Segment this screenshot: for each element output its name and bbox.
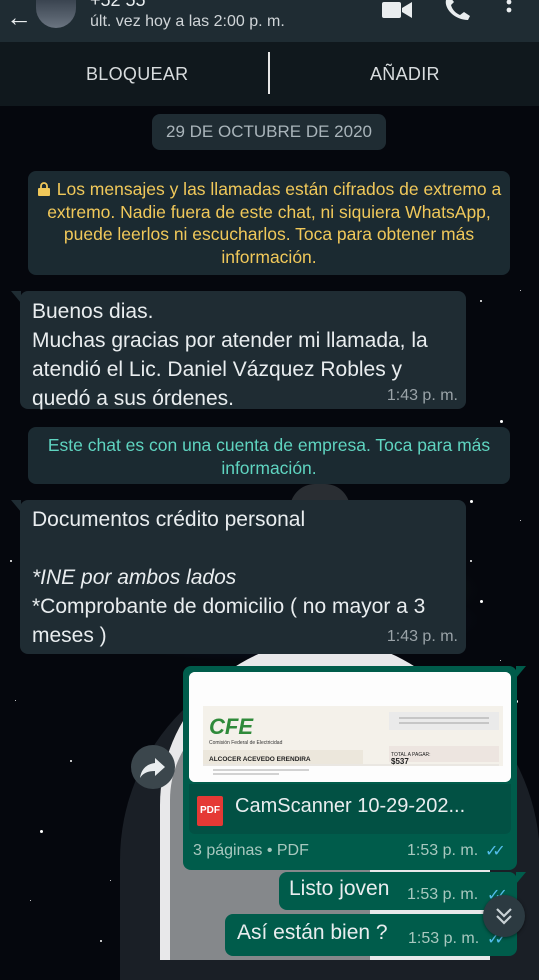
wallpaper-star	[100, 940, 102, 942]
last-seen-status: últ. vez hoy a las 2:00 p. m.	[90, 13, 285, 30]
message-time: 1:43 p. m.	[386, 628, 458, 645]
document-thumbnail: CFE Comisión Federal de Electricidad ALC…	[189, 672, 511, 782]
company-name: Comisión Federal de Electricidad	[209, 740, 283, 746]
outgoing-document-message[interactable]: CFE Comisión Federal de Electricidad ALC…	[183, 666, 526, 870]
wallpaper-star	[520, 290, 521, 291]
wallpaper-star	[480, 300, 482, 302]
bubble-tail	[516, 872, 526, 884]
total-value: $537	[391, 757, 409, 766]
incoming-message[interactable]: Buenos dias. Muchas gracias por atender …	[11, 291, 466, 410]
message-time: 1:43 p. m.	[386, 387, 458, 404]
outgoing-message[interactable]: Listo joven 1:53 p. m. ✓✓	[279, 872, 526, 910]
forward-icon	[140, 758, 165, 778]
double-check-icon: ✓✓	[485, 843, 506, 860]
message-time: 1:53 p. m.	[407, 842, 479, 859]
wallpaper-star	[500, 420, 503, 423]
document-file-row[interactable]: PDF CamScanner 10-29-202...	[189, 784, 511, 834]
wallpaper-star	[520, 520, 521, 521]
wallpaper-star	[110, 880, 111, 881]
wallpaper-star	[15, 700, 16, 701]
encryption-notice[interactable]: Los mensajes y las llamadas están cifrad…	[28, 171, 510, 275]
business-notice-text: Este chat es con una cuenta de empresa. …	[47, 435, 491, 478]
add-contact-button[interactable]: AÑADIR	[370, 64, 440, 85]
forward-button[interactable]	[131, 745, 175, 789]
business-account-notice[interactable]: Este chat es con una cuenta de empresa. …	[28, 427, 510, 484]
contact-name[interactable]: +52 55	[90, 0, 146, 11]
date-chip: 29 DE OCTUBRE DE 2020	[152, 114, 386, 150]
lock-icon	[37, 182, 50, 196]
wallpaper-star	[70, 760, 72, 762]
outgoing-message[interactable]: Así están bien ? 1:53 p. m. ✓✓	[225, 914, 517, 956]
wallpaper-star	[30, 900, 31, 901]
message-line: *INE por ambos lados	[32, 566, 237, 589]
cfe-logo-text: CFE	[209, 714, 254, 739]
bubble-tail	[11, 291, 21, 303]
wallpaper-star	[500, 660, 501, 661]
avatar[interactable]	[36, 0, 76, 28]
pdf-icon: PDF	[197, 796, 223, 826]
message-title: Documentos crédito personal	[32, 508, 306, 531]
message-time: 1:53 p. m.	[407, 886, 479, 903]
video-call-icon[interactable]	[382, 2, 412, 18]
phone-icon[interactable]	[444, 0, 470, 20]
back-arrow-icon[interactable]: ←	[6, 2, 32, 33]
unknown-contact-actions: BLOQUEAR AÑADIR	[0, 42, 539, 106]
wallpaper-star	[40, 830, 43, 833]
wallpaper-star	[470, 500, 473, 503]
bubble-tail	[516, 666, 526, 678]
message-text: Así están bien ?	[237, 921, 388, 944]
action-divider	[268, 52, 270, 94]
message-time: 1:53 p. m.	[408, 930, 480, 947]
wallpaper-star	[10, 560, 12, 562]
file-name: CamScanner 10-29-202...	[235, 795, 466, 817]
wallpaper-star	[480, 600, 483, 603]
document-preview[interactable]: CFE Comisión Federal de Electricidad ALC…	[189, 672, 511, 782]
double-chevron-down-icon	[496, 908, 512, 925]
bubble-tail	[11, 500, 21, 512]
encryption-notice-text: Los mensajes y las llamadas están cifrad…	[47, 179, 502, 267]
customer-name: ALCOCER ACEVEDO ERENDIRA	[209, 756, 311, 763]
document-meta: 3 páginas • PDF	[193, 842, 309, 859]
scroll-to-bottom-button[interactable]	[483, 895, 525, 937]
block-button[interactable]: BLOQUEAR	[86, 64, 188, 85]
chat-header: ← +52 55 últ. vez hoy a las 2:00 p. m.	[0, 0, 539, 42]
menu-icon[interactable]	[503, 0, 515, 20]
message-text: Listo joven	[289, 877, 390, 900]
incoming-message[interactable]: Documentos crédito personal *INE por amb…	[11, 500, 466, 654]
wallpaper-star	[470, 560, 472, 562]
